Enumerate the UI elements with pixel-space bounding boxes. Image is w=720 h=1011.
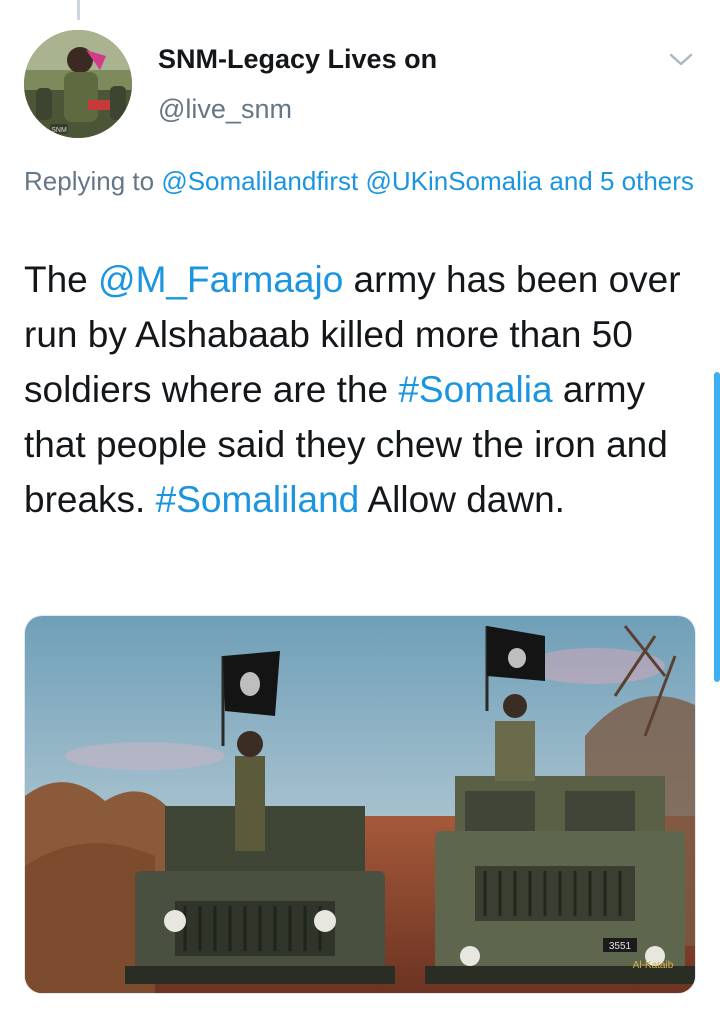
plate-number: 3551 <box>609 941 632 952</box>
tweet-text-part: The <box>24 259 99 300</box>
media-image: 3551 Al-Kataib <box>25 616 695 993</box>
avatar[interactable]: SNM <box>24 30 132 138</box>
hashtag-somaliland-link[interactable]: #Somaliland <box>156 479 360 520</box>
reply-others-link[interactable]: and 5 others <box>549 166 694 196</box>
reply-mention-somalilandfirst[interactable]: @Somalilandfirst <box>161 166 358 196</box>
scroll-indicator[interactable] <box>714 372 720 682</box>
media-watermark: Al-Kataib <box>633 960 674 971</box>
tweet-text: The @M_Farmaajo army has been over run b… <box>24 252 704 527</box>
tweet-media-photo[interactable]: 3551 Al-Kataib <box>24 615 696 994</box>
replying-to-label: Replying to <box>24 166 162 196</box>
reply-mention-ukinsomalia[interactable]: @UKinSomalia <box>365 166 542 196</box>
chevron-down-icon[interactable] <box>668 50 694 70</box>
replying-to-line: Replying to @Somalilandfirst @UKinSomali… <box>24 163 696 200</box>
thread-connector-line <box>77 0 80 20</box>
author-handle[interactable]: @live_snm <box>158 94 292 125</box>
tweet-header: SNM SNM-Legacy Lives on @live_snm <box>24 30 704 140</box>
hashtag-somalia-link[interactable]: #Somalia <box>398 369 552 410</box>
tweet-text-part: Allow dawn. <box>359 479 565 520</box>
author-display-name[interactable]: SNM-Legacy Lives on <box>158 44 437 75</box>
tweet-mention-link[interactable]: @M_Farmaajo <box>98 259 343 300</box>
avatar-image: SNM <box>24 30 132 138</box>
avatar-badge: SNM <box>51 127 67 134</box>
